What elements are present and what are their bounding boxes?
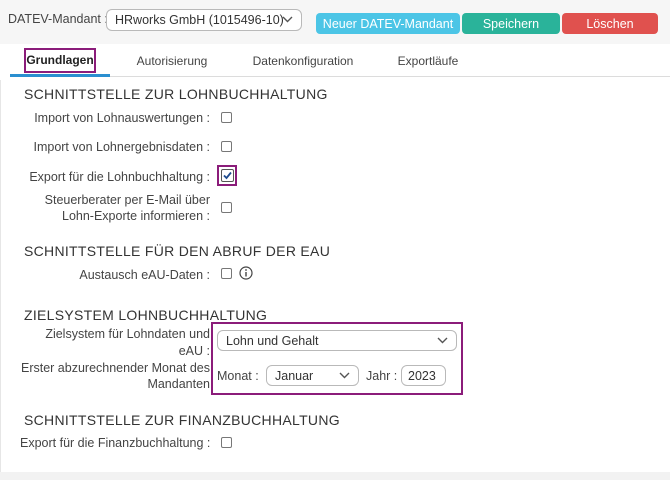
label-monat: Monat : [217,369,259,383]
label-zielsystem-line2: eAU : [178,344,210,358]
tab-autorisierung[interactable]: Autorisierung [126,54,218,68]
checkbox-export-lohn[interactable] [221,169,234,182]
active-tab-indicator [10,74,110,77]
mandant-label: DATEV-Mandant : [8,12,108,26]
mandant-select[interactable]: HRworks GmbH (1015496-10) [106,9,302,31]
checkbox-austausch[interactable] [221,268,232,279]
label-steuer-line2: Lohn-Exporte informieren : [62,209,210,223]
save-button[interactable]: Speichern [462,13,560,34]
label-import-ergebnisse: Import von Lohnergebnisdaten : [33,140,210,154]
label-zielsystem-line1: Zielsystem für Lohndaten und [45,327,210,341]
mandant-select-value: HRworks GmbH (1015496-10) [115,13,284,27]
chevron-down-icon [339,372,350,378]
new-mandant-button[interactable]: Neuer DATEV-Mandant [316,13,460,34]
delete-button[interactable]: Löschen [562,13,658,34]
monat-select-value: Januar [275,368,314,383]
panel-footer [0,472,670,480]
chevron-down-icon [282,16,293,23]
tab-exportlaeufe[interactable]: Exportläufe [382,54,474,68]
label-austausch: Austausch eAU-Daten : [79,268,210,282]
label-export-fibu: Export für die Finanzbuchhaltung : [20,436,211,450]
panel-border-left [0,80,1,480]
zielsystem-select-value: Lohn und Gehalt [226,333,319,348]
jahr-input[interactable]: 2023 [401,365,446,386]
checkbox-import-ergebnisse[interactable] [221,141,232,152]
label-erster-line2: Mandanten [147,377,210,391]
checkbox-import-auswertungen[interactable] [221,112,232,123]
label-erster-line1: Erster abzurechnender Monat des [21,361,210,375]
section-title-eau: SCHNITTSTELLE FÜR DEN ABRUF DER EAU [24,243,331,259]
section-title-fibu: SCHNITTSTELLE ZUR FINANZBUCHHALTUNG [24,412,340,428]
monat-select[interactable]: Januar [266,365,359,386]
section-title-ziel: ZIELSYSTEM LOHNBUCHHALTUNG [24,307,268,323]
info-circle-icon[interactable] [239,266,253,280]
tab-datenkonfiguration[interactable]: Datenkonfiguration [240,54,366,68]
label-export-lohn: Export für die Lohnbuchhaltung : [29,170,210,184]
section-title-lohn: SCHNITTSTELLE ZUR LOHNBUCHHALTUNG [24,86,328,102]
tab-grundlagen[interactable]: Grundlagen [24,48,96,73]
label-import-auswertungen: Import von Lohnauswertungen : [34,111,210,125]
label-jahr: Jahr : [366,369,398,383]
zielsystem-select[interactable]: Lohn und Gehalt [217,330,457,351]
jahr-input-value: 2023 [408,368,436,383]
checkbox-export-fibu[interactable] [221,437,232,448]
check-icon [223,171,232,180]
checkbox-steuer[interactable] [221,202,232,213]
chevron-down-icon [437,337,448,343]
label-steuer-line1: Steuerberater per E-Mail über [44,193,210,207]
